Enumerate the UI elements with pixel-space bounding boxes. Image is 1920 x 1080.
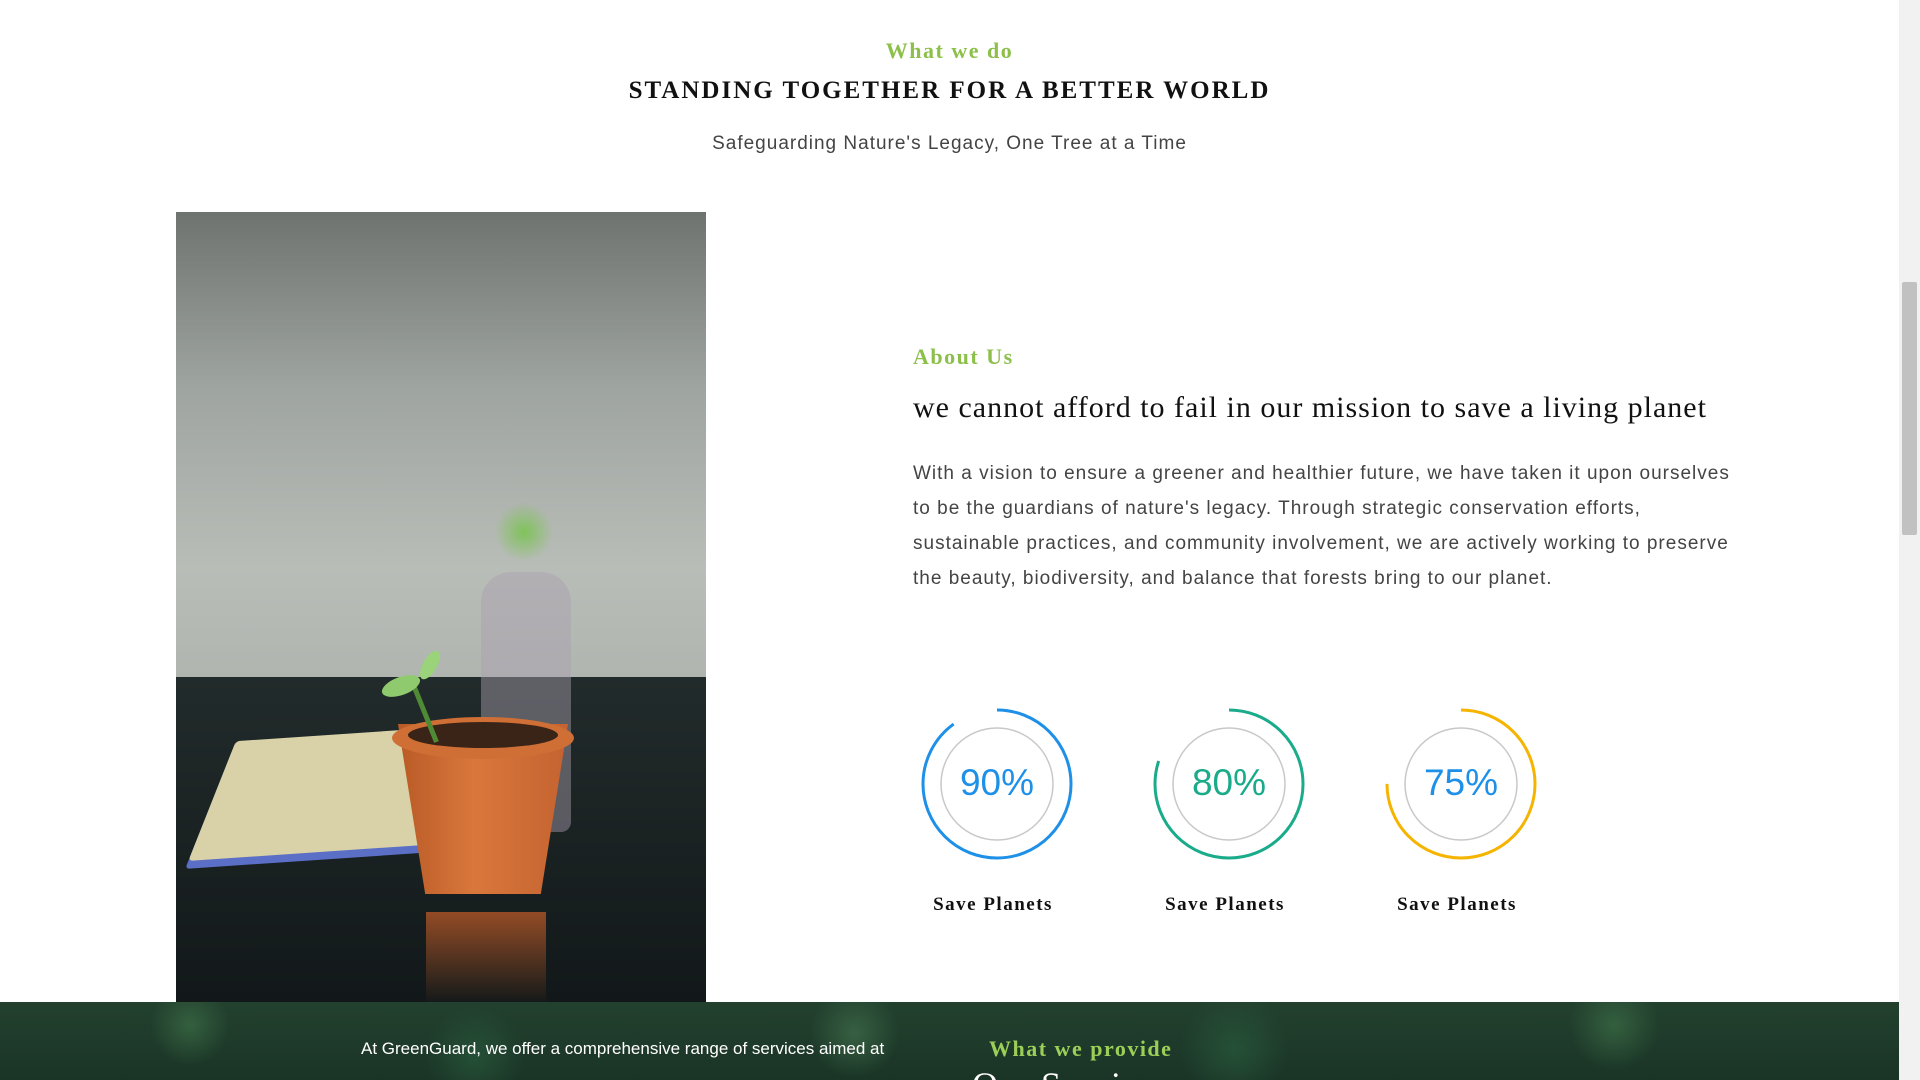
services-eyebrow: What we provide xyxy=(989,1036,1173,1061)
about-body: With a vision to ensure a greener and he… xyxy=(913,463,1730,589)
what-we-do-header: What we do STANDING TOGETHER FOR A BETTE… xyxy=(0,38,1899,155)
progress-stats: 90% Save Planets 80% Save Planets 75% Sa… xyxy=(913,704,1613,915)
vertical-scrollbar[interactable] xyxy=(1899,0,1920,1080)
stat-value: 75% xyxy=(1423,762,1499,803)
photo-reflection xyxy=(426,912,546,1004)
potted-seedling-photo xyxy=(176,212,706,1004)
photo-bottle-sprout xyxy=(494,502,554,562)
stat-label: Save Planets xyxy=(933,894,1053,915)
about-eyebrow: About Us xyxy=(913,344,1014,369)
stat-value: 90% xyxy=(959,762,1035,803)
page: What we do STANDING TOGETHER FOR A BETTE… xyxy=(0,0,1899,1080)
what-we-do-eyebrow: What we do xyxy=(885,38,1014,63)
services-section: At GreenGuard, we offer a comprehensive … xyxy=(0,1002,1899,1080)
scrollbar-thumb[interactable] xyxy=(1902,282,1917,535)
stat-item: 75% Save Planets xyxy=(1377,704,1537,916)
stat-label: Save Planets xyxy=(1397,894,1517,915)
stat-item: 90% Save Planets xyxy=(913,704,1073,916)
stat-item: 80% Save Planets xyxy=(1145,704,1305,916)
section-subline: Safeguarding Nature's Legacy, One Tree a… xyxy=(712,133,1187,154)
about-title: we cannot afford to fail in our mission … xyxy=(913,391,1707,424)
section-headline: STANDING TOGETHER FOR A BETTER WORLD xyxy=(628,77,1271,104)
stat-label: Save Planets xyxy=(1165,894,1285,915)
services-intro-text: At GreenGuard, we offer a comprehensive … xyxy=(361,1039,885,1058)
stat-value: 80% xyxy=(1191,762,1267,803)
about-us-block: About Us we cannot afford to fail in our… xyxy=(913,344,1733,596)
services-title: Our Services xyxy=(972,1064,1171,1080)
